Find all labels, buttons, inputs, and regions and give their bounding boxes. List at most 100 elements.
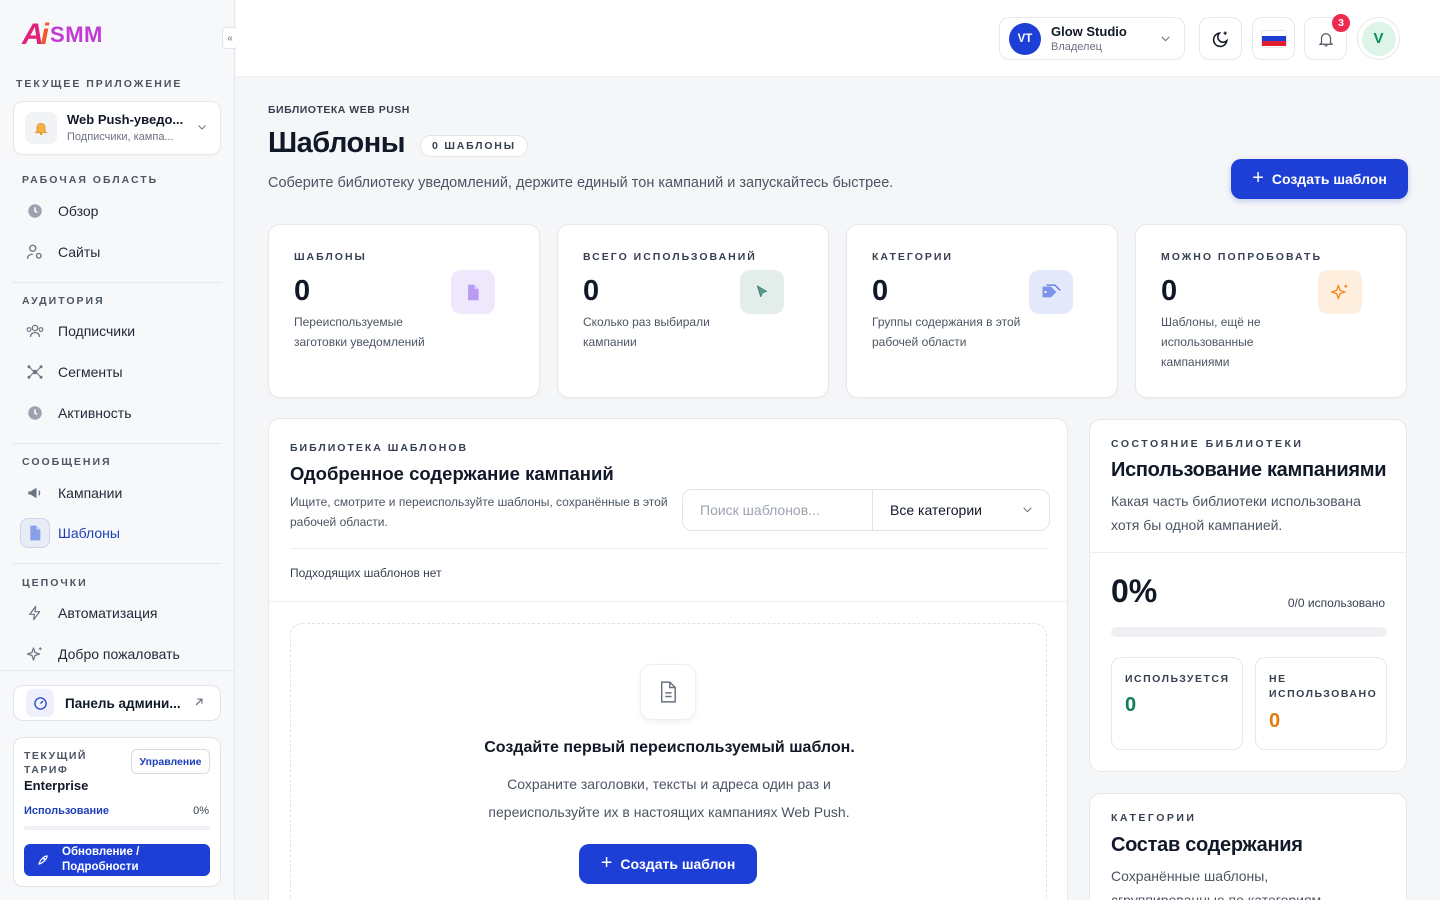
categories-panel: КАТЕГОРИИ Состав содержания Сохранённые … (1089, 793, 1407, 900)
stat-description: Группы содержания в этой рабочей области (872, 315, 1021, 349)
status-description: Какая часть библиотеки использована хотя… (1111, 493, 1361, 533)
categories-eyebrow: КАТЕГОРИИ (1111, 812, 1197, 824)
library-eyebrow: БИБЛИОТЕКА ШАБЛОНОВ (290, 442, 469, 454)
sidebar-item-templates[interactable]: Шаблоны (20, 517, 220, 549)
used-value: 0 (1125, 694, 1137, 716)
lightning-icon (20, 598, 50, 628)
usage-progress-bar (1111, 627, 1387, 637)
usage-bar (24, 826, 210, 830)
sidebar-item-welcome[interactable]: Добро пожаловать (20, 638, 220, 670)
stat-description: Шаблоны, ещё не использованные кампаниям… (1161, 315, 1261, 369)
divider (12, 443, 222, 444)
stat-card-usages: ВСЕГО ИСПОЛЬЗОВАНИЙ 0 Сколько раз выбира… (557, 224, 829, 398)
app-title: Web Push-уведо... (67, 112, 184, 127)
used-label: ИСПОЛЬЗУЕТСЯ (1125, 673, 1230, 685)
notification-badge: 3 (1332, 14, 1350, 32)
account-role: Владелец (1051, 41, 1102, 53)
sidebar-item-label: Обзор (58, 203, 99, 219)
stat-value: 0 (872, 275, 889, 307)
upgrade-button[interactable]: Обновление / Подробности (24, 844, 210, 876)
page-description: Соберите библиотеку уведомлений, держите… (268, 175, 894, 191)
manage-plan-button[interactable]: Управление (131, 749, 210, 774)
usage-value: 0% (193, 805, 209, 817)
sidebar: Ai SMM « ТЕКУЩЕЕ ПРИЛОЖЕНИЕ Web Push-увед… (0, 0, 238, 900)
breadcrumb: БИБЛИОТЕКА WEB PUSH (268, 104, 410, 116)
divider (1090, 552, 1406, 553)
russia-flag-icon (1261, 30, 1286, 47)
stat-value: 0 (294, 275, 311, 307)
brand-logo[interactable]: Ai SMM (22, 18, 103, 51)
external-arrow-icon (192, 695, 206, 714)
users-icon (20, 316, 50, 346)
stat-value: 0 (583, 275, 600, 307)
sidebar-item-automation[interactable]: Автоматизация (20, 597, 220, 629)
stat-label: МОЖНО ПОПРОБОВАТЬ (1161, 251, 1323, 263)
plus-icon: + (1252, 166, 1264, 189)
sidebar-item-sites[interactable]: Сайты (20, 236, 220, 268)
empty-create-template-button[interactable]: + Создать шаблон (579, 844, 757, 884)
empty-state-description: Сохраните заголовки, тексты и адреса оди… (488, 776, 850, 820)
divider (12, 282, 222, 283)
section-audience: АУДИТОРИЯ (22, 295, 105, 307)
sidebar-item-label: Шаблоны (58, 525, 120, 541)
stat-description: Сколько раз выбирали кампании (583, 315, 710, 349)
rocket-icon (36, 853, 50, 867)
stat-label: ШАБЛОНЫ (294, 251, 367, 263)
status-title: Использование кампаниями (1111, 459, 1387, 481)
no-match-text: Подходящих шаблонов нет (290, 566, 442, 580)
moon-icon (1211, 29, 1231, 49)
empty-state-title: Создайте первый переиспользуемый шаблон. (484, 739, 855, 756)
sidebar-item-activity[interactable]: Активность (20, 397, 220, 429)
stat-value: 0 (1161, 275, 1178, 307)
stat-label: ВСЕГО ИСПОЛЬЗОВАНИЙ (583, 251, 757, 263)
category-select[interactable]: Все категории (872, 490, 1050, 530)
account-name: Glow Studio (1051, 24, 1127, 39)
account-switcher[interactable]: VT Glow Studio Владелец (999, 17, 1185, 60)
gauge-icon (26, 689, 54, 717)
library-status-panel: СОСТОЯНИЕ БИБЛИОТЕКИ Использование кампа… (1089, 419, 1407, 772)
empty-create-template-label: Создать шаблон (620, 856, 736, 872)
usage-ratio: 0/0 использовано (1287, 596, 1385, 610)
templates-count-pill: 0 ШАБЛОНЫ (420, 135, 528, 157)
library-title: Одобренное содержание кампаний (290, 463, 614, 484)
plus-icon: + (600, 851, 613, 874)
topbar: VT Glow Studio Владелец 3 V (236, 0, 1440, 77)
sidebar-item-overview[interactable]: Обзор (20, 195, 220, 227)
users-gear-icon (20, 237, 50, 267)
sidebar-item-subscribers[interactable]: Подписчики (20, 315, 220, 347)
sidebar-item-label: Активность (58, 405, 132, 421)
sidebar-item-campaigns[interactable]: Кампании (20, 477, 220, 509)
upgrade-label: Обновление / Подробности (62, 846, 140, 873)
page-title: Шаблоны (268, 127, 406, 159)
used-card: ИСПОЛЬЗУЕТСЯ 0 (1111, 657, 1243, 750)
create-template-button[interactable]: + Создать шаблон (1231, 159, 1408, 199)
divider (290, 548, 1049, 549)
sidebar-item-label: Автоматизация (58, 605, 158, 621)
section-workspace: РАБОЧАЯ ОБЛАСТЬ (22, 174, 159, 186)
user-avatar[interactable]: V (1357, 17, 1400, 60)
account-avatar: VT (1009, 23, 1041, 55)
create-template-label: Создать шаблон (1271, 171, 1387, 187)
plan-label: ТЕКУЩИЙ ТАРИФ (24, 750, 87, 776)
admin-panel-link[interactable]: Панель админи... (13, 685, 221, 721)
sidebar-item-label: Сайты (58, 244, 101, 260)
sidebar-item-segments[interactable]: Сегменты (20, 356, 220, 388)
sidebar-item-label: Добро пожаловать (58, 646, 180, 662)
stat-card-templates: ШАБЛОНЫ 0 Переиспользуемые заготовки уве… (268, 224, 540, 398)
bell-icon (25, 112, 57, 144)
clock-icon (20, 196, 50, 226)
stat-description: Переиспользуемые заготовки уведомлений (294, 315, 425, 349)
usage-link[interactable]: Использование (24, 805, 109, 817)
search-input[interactable] (683, 490, 872, 530)
document-icon (640, 664, 696, 720)
language-button[interactable] (1252, 17, 1295, 60)
template-library-panel: БИБЛИОТЕКА ШАБЛОНОВ Одобренное содержани… (268, 418, 1068, 900)
usage-percent: 0% (1111, 573, 1158, 609)
chevron-down-icon (1159, 32, 1172, 50)
user-initial: V (1361, 21, 1396, 56)
app-subtitle: Подписчики, кампа... (67, 131, 174, 143)
cursor-icon (740, 270, 784, 314)
category-select-value: Все категории (890, 502, 982, 518)
app-switcher[interactable]: Web Push-уведо... Подписчики, кампа... (13, 101, 221, 155)
theme-toggle-button[interactable] (1199, 17, 1242, 60)
